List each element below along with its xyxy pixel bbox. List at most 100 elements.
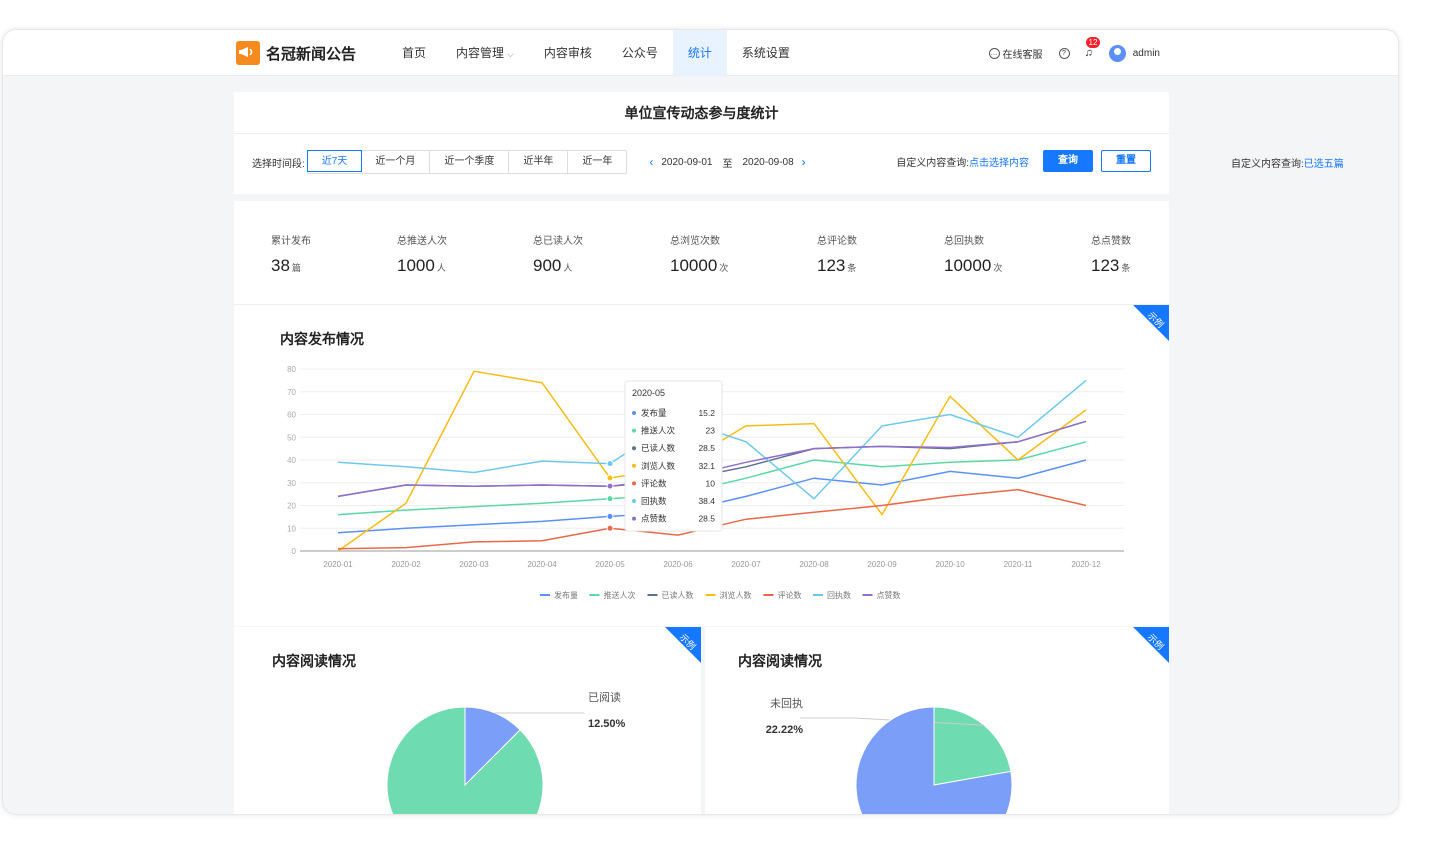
tooltip-title: 2020-05 bbox=[632, 388, 665, 398]
user-avatar-icon[interactable] bbox=[1108, 44, 1126, 62]
query-button[interactable]: 查询 bbox=[1043, 150, 1093, 172]
select-content-link[interactable]: 点击选择内容 bbox=[969, 154, 1029, 169]
tooltip-value: 32.1 bbox=[698, 461, 715, 471]
data-point bbox=[606, 495, 614, 503]
read-card: 内容阅读情况 示例 已阅读 12.50% bbox=[234, 627, 701, 814]
selected-count-link[interactable]: 已选五篇 bbox=[1304, 159, 1344, 170]
y-tick-label: 80 bbox=[287, 365, 296, 374]
period-halfyear[interactable]: 近半年 bbox=[509, 151, 569, 173]
filter-panel: 单位宣传动态参与度统计 选择时间段: 近7天 近一个月 近一个季度 近半年 近一… bbox=[234, 92, 1169, 194]
period-1year[interactable]: 近一年 bbox=[568, 151, 626, 173]
x-tick-label: 2020-04 bbox=[527, 560, 557, 569]
tooltip-name: 发布量 bbox=[641, 408, 667, 418]
period-7days[interactable]: 近7天 bbox=[306, 150, 363, 172]
nav-home[interactable]: 首页 bbox=[387, 30, 441, 76]
y-tick-label: 50 bbox=[287, 433, 296, 442]
tooltip-value: 28.5 bbox=[698, 514, 715, 524]
data-point bbox=[606, 524, 614, 532]
stat-comments: 总评论数 123 条 bbox=[817, 236, 857, 275]
x-tick-label: 2020-09 bbox=[867, 560, 897, 569]
stat-receipts: 总回执数 10000 次 bbox=[944, 236, 1003, 275]
brand-name: 名冠新闻公告 bbox=[266, 45, 357, 63]
tooltip-value: 28.5 bbox=[698, 443, 715, 453]
date-separator: 至 bbox=[722, 158, 733, 170]
tooltip-value: 38.4 bbox=[698, 496, 715, 506]
end-date[interactable]: 2020-09-08 bbox=[743, 157, 794, 168]
nav-statistics[interactable]: 统计 bbox=[672, 30, 727, 76]
chevron-left-icon[interactable]: ‹ bbox=[649, 155, 653, 169]
tooltip-box bbox=[624, 380, 723, 532]
tooltip-name: 评论数 bbox=[641, 478, 667, 488]
period-label: 选择时间段: bbox=[252, 158, 305, 170]
nav-system-settings[interactable]: 系统设置 bbox=[727, 30, 805, 76]
data-point bbox=[606, 460, 614, 468]
custom-query: 自定义内容查询: 点击选择内容 查询 重置 bbox=[896, 150, 1151, 172]
chevron-down-icon: ⌵ bbox=[507, 49, 514, 59]
nav-content-management[interactable]: 内容管理 ⌵ bbox=[441, 30, 529, 76]
app-window: 名冠新闻公告 首页 内容管理 ⌵ 内容审核 公众号 统计 系统设置 … 在线客服 … bbox=[2, 29, 1399, 815]
custom-query-label: 自定义内容查询: bbox=[896, 157, 969, 169]
tooltip-marker bbox=[632, 463, 636, 468]
x-tick-label: 2020-06 bbox=[663, 560, 693, 569]
date-range: ‹ 2020-09-01 至 2020-09-08 › bbox=[641, 155, 813, 170]
y-tick-label: 30 bbox=[287, 479, 296, 488]
receipt-card: 内容阅读情况 示例 未回执 22.22% bbox=[705, 627, 1169, 814]
data-point bbox=[606, 512, 614, 520]
side-custom-query: 自定义内容查询:已选五篇 bbox=[1231, 159, 1344, 170]
tooltip-value: 10 bbox=[706, 478, 716, 488]
y-tick-label: 60 bbox=[287, 411, 296, 420]
x-tick-label: 2020-08 bbox=[799, 560, 829, 569]
x-tick-label: 2020-12 bbox=[1071, 560, 1101, 569]
x-tick-label: 2020-10 bbox=[935, 560, 965, 569]
notification-bell[interactable]: ♫ 12 bbox=[1085, 37, 1101, 59]
period-1month[interactable]: 近一个月 bbox=[361, 151, 431, 173]
read-pie-chart: 已阅读 12.50% bbox=[386, 690, 626, 814]
period-segment: 近7天 近一个月 近一个季度 近半年 近一年 bbox=[306, 150, 628, 174]
stat-read: 总已读人次 900 人 bbox=[533, 236, 583, 275]
brand-logo[interactable]: 名冠新闻公告 bbox=[236, 41, 356, 65]
reset-button[interactable]: 重置 bbox=[1101, 150, 1151, 172]
publish-section-title: 内容发布情况 bbox=[280, 331, 364, 347]
user-name[interactable]: admin bbox=[1133, 48, 1160, 59]
period-filter: 选择时间段: 近7天 近一个月 近一个季度 近半年 近一年 ‹ 2020-09-… bbox=[252, 150, 814, 174]
help-icon[interactable]: ? bbox=[1058, 47, 1070, 59]
top-header: 名冠新闻公告 首页 内容管理 ⌵ 内容审核 公众号 统计 系统设置 … 在线客服 … bbox=[3, 30, 1398, 76]
tooltip-marker bbox=[632, 499, 636, 503]
pie-label-name: 已阅读 bbox=[588, 690, 621, 704]
tooltip-name: 回执数 bbox=[641, 496, 667, 506]
pie-slice bbox=[386, 706, 544, 814]
stat-likes: 总点赞数 123 条 bbox=[1091, 236, 1131, 275]
tooltip-name: 浏览人数 bbox=[641, 461, 676, 471]
pie-label-percent: 12.50% bbox=[588, 718, 626, 730]
tooltip-name: 推送人次 bbox=[641, 426, 676, 436]
receipt-pie-chart: 未回执 22.22% bbox=[766, 696, 1013, 814]
legend-label: 已读人数 bbox=[662, 590, 694, 600]
legend-label: 推送人次 bbox=[604, 590, 636, 600]
chat-bubble-icon: … bbox=[988, 47, 1000, 59]
main-nav: 首页 内容管理 ⌵ 内容审核 公众号 统计 系统设置 bbox=[387, 30, 805, 76]
online-service-link[interactable]: … 在线客服 bbox=[988, 46, 1043, 61]
start-date[interactable]: 2020-09-01 bbox=[661, 157, 712, 168]
tooltip-marker bbox=[632, 516, 636, 521]
period-1quarter[interactable]: 近一个季度 bbox=[430, 151, 510, 173]
stat-published: 累计发布 38 篇 bbox=[271, 236, 311, 275]
demo-ribbon: 示例 bbox=[1133, 305, 1169, 341]
y-tick-label: 0 bbox=[292, 547, 297, 556]
notification-badge: 12 bbox=[1085, 37, 1101, 48]
chevron-right-icon[interactable]: › bbox=[802, 155, 806, 169]
legend-label: 发布量 bbox=[554, 590, 578, 600]
summary-stats: 累计发布 38 篇 总推送人次 1000 人 总已读人次 900 人 总浏览次数 10000 次… bbox=[234, 201, 1169, 305]
x-tick-label: 2020-11 bbox=[1004, 560, 1033, 569]
page-title: 单位宣传动态参与度统计 bbox=[234, 92, 1169, 134]
tooltip-name: 已读人数 bbox=[641, 443, 676, 453]
x-tick-label: 2020-07 bbox=[731, 560, 761, 569]
tooltip-value: 23 bbox=[706, 426, 716, 436]
publish-line-chart: 0 10 20 30 40 50 60 70 80 2020-01 2020-02 2020-03 20… bbox=[287, 365, 1124, 600]
x-tick-label: 2020-03 bbox=[459, 560, 489, 569]
pie-section: 内容阅读情况 示例 已阅读 12.50% 内容阅读情况 示例 未回执 22.22% bbox=[234, 626, 1169, 814]
nav-official-account[interactable]: 公众号 bbox=[607, 30, 673, 76]
megaphone-icon bbox=[236, 41, 260, 65]
tooltip-name: 点赞数 bbox=[641, 514, 667, 524]
nav-content-review[interactable]: 内容审核 bbox=[529, 30, 607, 76]
pie-label-percent: 22.22% bbox=[766, 724, 804, 736]
